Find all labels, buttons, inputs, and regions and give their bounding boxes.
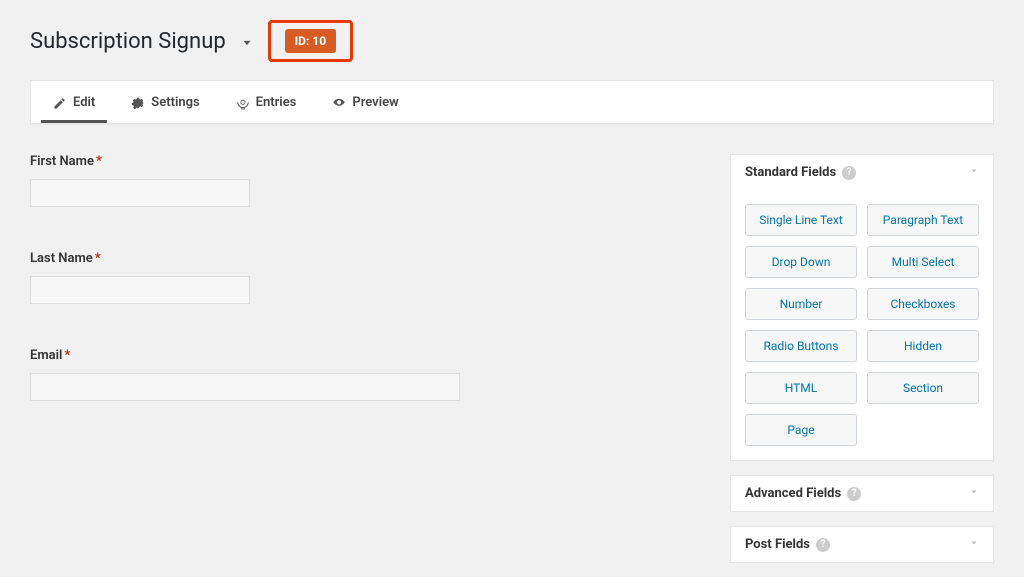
caret-down-icon (969, 486, 979, 501)
chevron-down-icon[interactable] (240, 36, 254, 50)
tab-bar: Edit Settings Entries Preview (30, 80, 994, 124)
form-preview: First Name* Last Name* Email* (30, 154, 700, 577)
id-highlight: ID: 10 (268, 20, 353, 62)
panel-title: Post Fields (745, 537, 810, 552)
field-first-name[interactable]: First Name* (30, 154, 700, 207)
tab-settings[interactable]: Settings (119, 81, 211, 123)
tab-edit[interactable]: Edit (41, 81, 107, 123)
caret-down-icon (969, 165, 979, 180)
field-type-button[interactable]: Multi Select (867, 246, 979, 278)
field-type-button[interactable]: Paragraph Text (867, 204, 979, 236)
required-marker: * (95, 251, 101, 266)
gear-icon (131, 96, 145, 110)
panel-title: Advanced Fields (745, 486, 841, 501)
panel-header-advanced[interactable]: Advanced Fields ? (731, 476, 993, 511)
entries-icon (236, 96, 250, 110)
label-text: Last Name (30, 251, 93, 266)
field-type-button[interactable]: Radio Buttons (745, 330, 857, 362)
eye-icon (332, 96, 346, 110)
field-type-button[interactable]: Section (867, 372, 979, 404)
last-name-input[interactable] (30, 276, 250, 304)
label-text: Email (30, 348, 62, 363)
email-input[interactable] (30, 373, 460, 401)
required-marker: * (64, 348, 70, 363)
tab-label: Preview (352, 95, 398, 110)
field-label: Email* (30, 348, 700, 363)
panel-advanced-fields: Advanced Fields ? (730, 475, 994, 512)
field-type-button[interactable]: Hidden (867, 330, 979, 362)
label-text: First Name (30, 154, 94, 169)
field-label: First Name* (30, 154, 700, 169)
panel-standard-fields: Standard Fields ? Single Line Text Paragr… (730, 154, 994, 461)
first-name-input[interactable] (30, 179, 250, 207)
tab-label: Edit (73, 95, 95, 110)
help-icon[interactable]: ? (842, 166, 856, 180)
field-label: Last Name* (30, 251, 700, 266)
help-icon[interactable]: ? (847, 487, 861, 501)
field-email[interactable]: Email* (30, 348, 700, 401)
panel-post-fields: Post Fields ? (730, 526, 994, 563)
tab-entries[interactable]: Entries (224, 81, 309, 123)
field-type-button[interactable]: Number (745, 288, 857, 320)
tab-preview[interactable]: Preview (320, 81, 410, 123)
field-last-name[interactable]: Last Name* (30, 251, 700, 304)
caret-down-icon (969, 537, 979, 552)
field-type-button[interactable]: Single Line Text (745, 204, 857, 236)
tab-label: Entries (256, 95, 297, 110)
panel-title: Standard Fields (745, 165, 836, 180)
tab-label: Settings (151, 95, 199, 110)
page-title: Subscription Signup (30, 29, 226, 54)
sidebar: Standard Fields ? Single Line Text Paragr… (730, 154, 994, 577)
edit-icon (53, 96, 67, 110)
form-id-badge: ID: 10 (285, 29, 336, 53)
panel-header-standard[interactable]: Standard Fields ? (731, 155, 993, 190)
panel-header-post[interactable]: Post Fields ? (731, 527, 993, 562)
field-type-button[interactable]: HTML (745, 372, 857, 404)
required-marker: * (96, 154, 102, 169)
field-type-button[interactable]: Drop Down (745, 246, 857, 278)
field-type-button[interactable]: Page (745, 414, 857, 446)
help-icon[interactable]: ? (816, 538, 830, 552)
field-type-button[interactable]: Checkboxes (867, 288, 979, 320)
